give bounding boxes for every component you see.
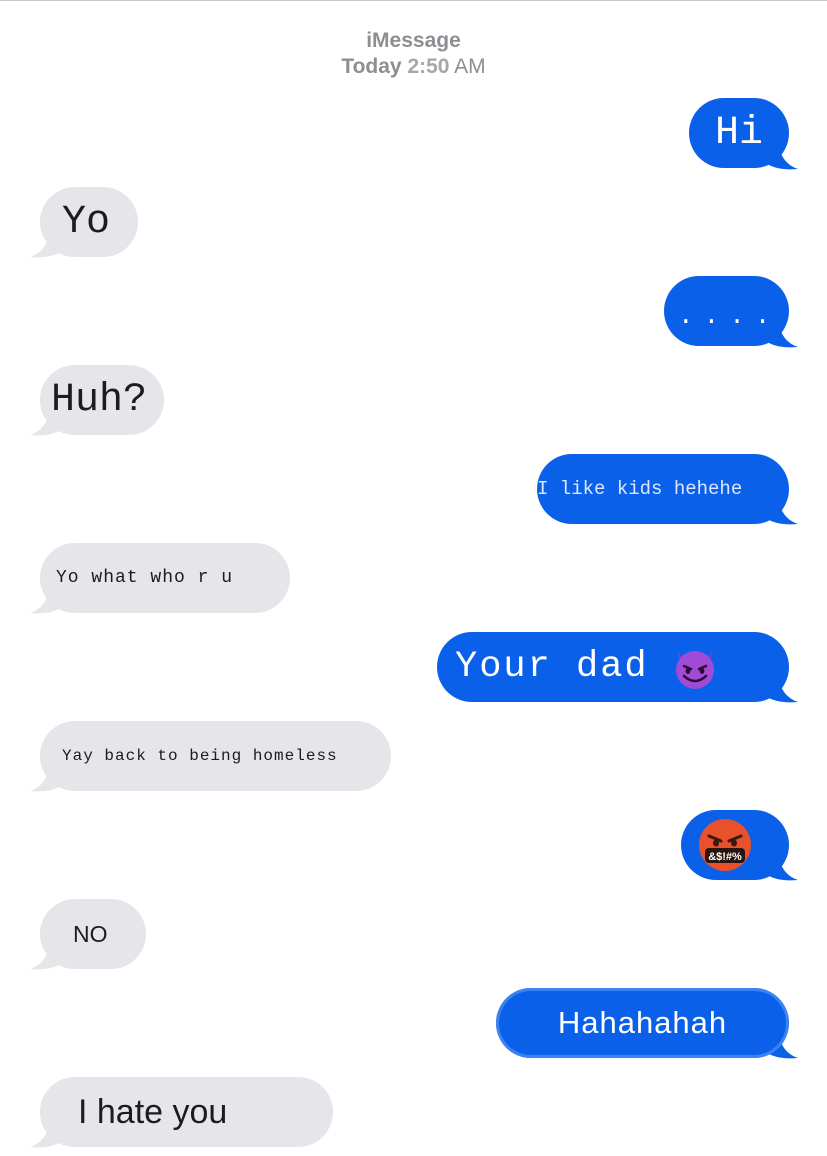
message-text: NO	[73, 920, 108, 947]
message-text: ....	[678, 301, 781, 331]
message-bubble-sent[interactable]: Your dad	[437, 632, 789, 702]
service-label: iMessage	[366, 29, 461, 52]
message-text: Yay back to being homeless	[62, 747, 338, 765]
timestamp-time: 2:50	[407, 55, 450, 78]
message-bubble-received[interactable]: NO	[40, 899, 146, 969]
message-bubble-received[interactable]: Huh?	[40, 365, 164, 435]
message-text: Hi	[714, 110, 763, 156]
message-text: I like kids hehehe	[537, 478, 743, 500]
message-text: Yo what who r u	[56, 568, 234, 588]
message-bubble-sent[interactable]: &$!#%	[681, 810, 789, 880]
message-text: Hahahahah	[557, 1005, 728, 1040]
smiling-imp-emoji-icon	[675, 648, 714, 689]
message-text: Your dad	[455, 646, 649, 688]
top-divider	[0, 0, 827, 1]
emoji-symbols-text: &$!#%	[708, 851, 742, 863]
message-text: Yo	[62, 199, 111, 245]
timestamp-meridiem: AM	[454, 55, 486, 78]
message-bubble-received[interactable]: Yo	[40, 187, 138, 257]
timestamp-day: Today	[341, 55, 402, 78]
message-text: I hate you	[78, 1092, 228, 1131]
message-bubble-received[interactable]: Yo what who r u	[40, 543, 290, 613]
timestamp: Today 2:50 AM	[0, 54, 827, 80]
face-with-symbols-on-mouth-emoji-icon: &$!#%	[699, 819, 751, 871]
message-bubble-sent[interactable]: Hahahahah	[496, 988, 789, 1058]
message-bubble-received[interactable]: Yay back to being homeless	[40, 721, 391, 791]
message-bubble-received[interactable]: I hate you	[40, 1077, 333, 1147]
message-bubble-sent[interactable]: Hi	[689, 98, 789, 168]
message-text: Huh?	[51, 377, 148, 423]
conversation-header: iMessage Today 2:50 AM	[0, 28, 827, 80]
message-bubble-sent[interactable]: ....	[664, 276, 789, 346]
message-bubble-sent[interactable]: I like kids hehehe	[537, 454, 789, 524]
